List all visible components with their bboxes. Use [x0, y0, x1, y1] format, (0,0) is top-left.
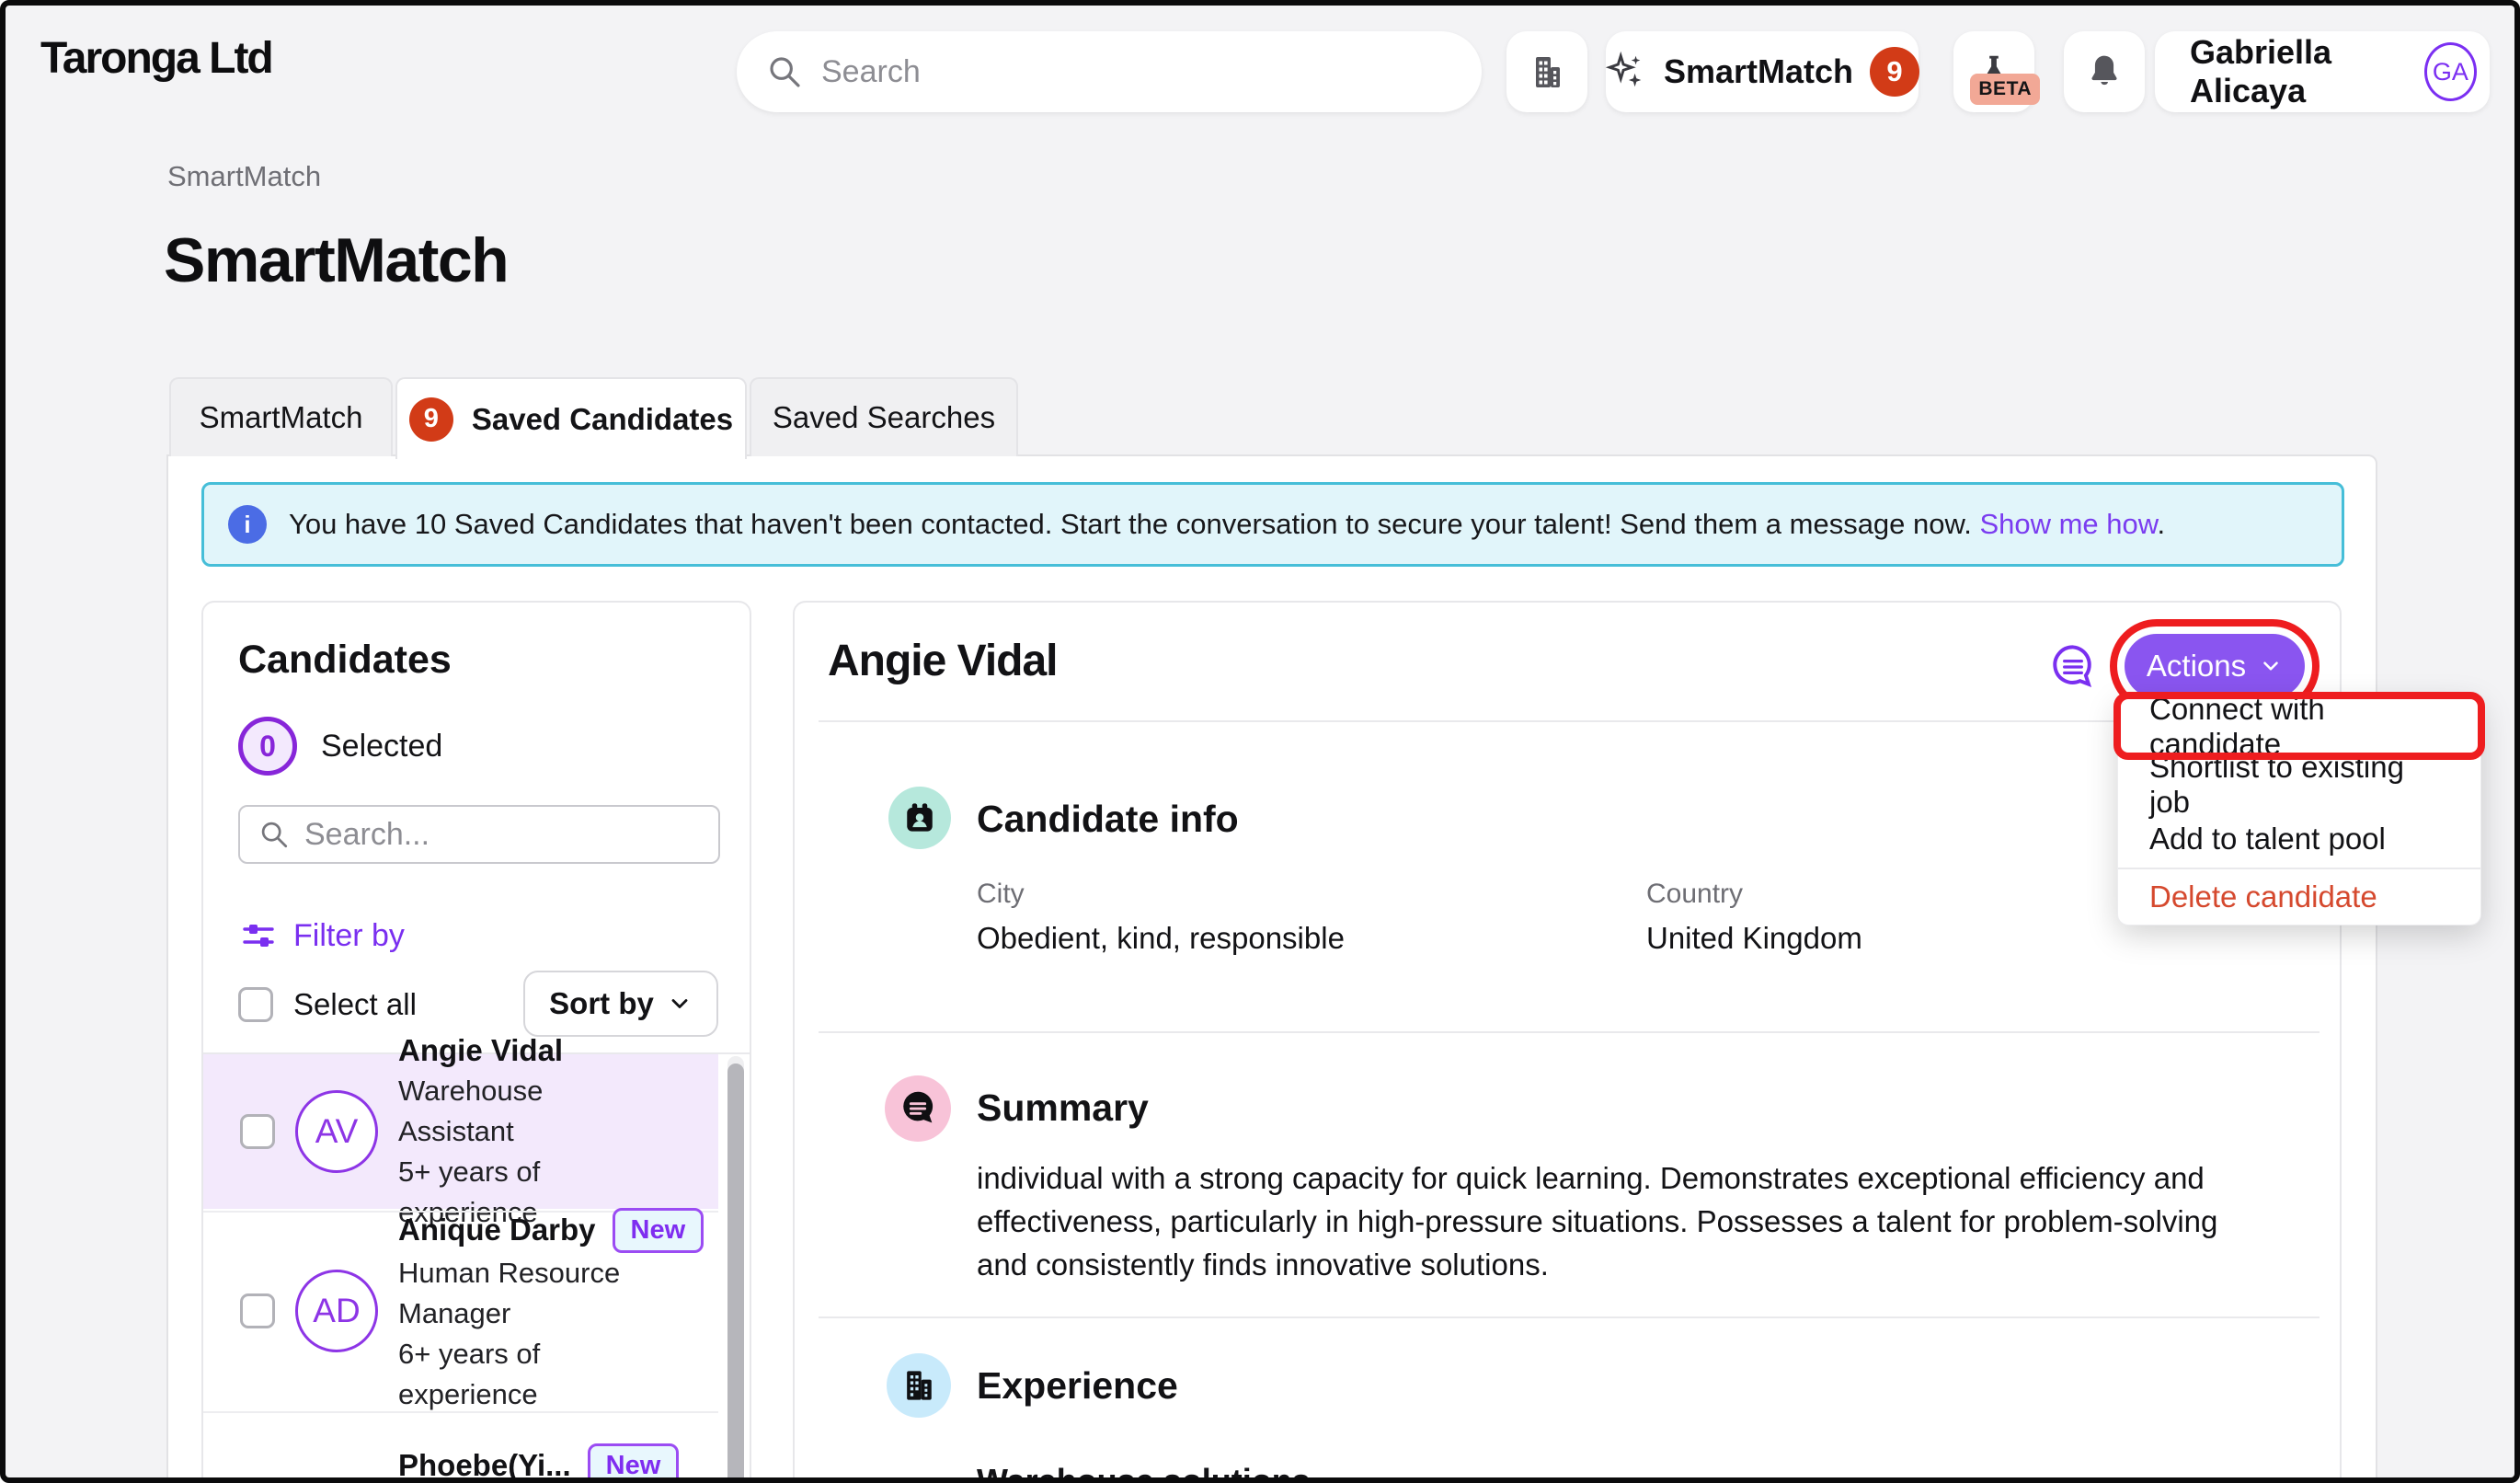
company-switcher-button[interactable] — [1506, 31, 1587, 112]
candidate-detail-card: Angie Vidal Actions Candidate info City … — [793, 601, 2342, 1483]
candidate-search-input[interactable] — [304, 817, 700, 853]
candidate-search[interactable] — [238, 805, 720, 864]
candidate-info-heading: Candidate info — [977, 798, 1239, 841]
filter-icon — [240, 917, 277, 954]
candidate-row-angie-vidal[interactable]: AV Angie Vidal Warehouse Assistant 5+ ye… — [203, 1054, 718, 1209]
search-icon — [258, 819, 290, 850]
tab-bar: SmartMatch 9 Saved Candidates Saved Sear… — [169, 377, 1018, 459]
row-checkbox[interactable] — [240, 1114, 275, 1149]
list-scrollbar[interactable] — [727, 1056, 744, 1483]
speech-bubble-icon — [885, 1075, 951, 1142]
tab-saved-searches[interactable]: Saved Searches — [750, 377, 1018, 456]
select-all-checkbox[interactable] — [238, 987, 273, 1022]
building-icon — [887, 1353, 951, 1418]
menu-item-delete-candidate[interactable]: Delete candidate — [2118, 869, 2480, 925]
bell-icon — [2084, 52, 2125, 92]
labs-beta-button[interactable]: BETA — [1953, 31, 2034, 112]
section-divider — [819, 1031, 2320, 1033]
city-label: City — [977, 879, 1025, 910]
tab-saved-candidates[interactable]: 9 Saved Candidates — [395, 377, 747, 459]
saved-candidates-count-badge: 9 — [409, 397, 453, 442]
tab-smartmatch[interactable]: SmartMatch — [169, 377, 393, 456]
global-search[interactable] — [737, 31, 1482, 112]
actions-label: Actions — [2147, 649, 2246, 684]
filter-by-link[interactable]: Filter by — [240, 917, 405, 954]
selected-count-row: 0 Selected — [238, 717, 442, 776]
experience-company: Warehouse solutions — [977, 1462, 1311, 1483]
company-logo: Taronga Ltd — [40, 33, 272, 84]
notifications-button[interactable] — [2064, 31, 2145, 112]
summary-heading: Summary — [977, 1086, 1149, 1130]
banner-message: You have 10 Saved Candidates that haven'… — [289, 508, 1972, 540]
experience-heading: Experience — [977, 1364, 1178, 1408]
select-all-row: Select all — [238, 987, 417, 1022]
candidates-heading: Candidates — [238, 638, 452, 683]
candidates-list-card: Candidates 0 Selected Filter by Select a… — [201, 601, 751, 1483]
show-me-how-link[interactable]: Show me how — [1979, 508, 2157, 540]
candidate-detail-title: Angie Vidal — [828, 636, 1058, 686]
tab-label: SmartMatch — [200, 400, 363, 435]
filter-by-label: Filter by — [293, 918, 405, 954]
menu-item-add-to-talent-pool[interactable]: Add to talent pool — [2118, 812, 2480, 866]
global-search-input[interactable] — [821, 54, 1452, 90]
page-title: SmartMatch — [164, 224, 508, 296]
chevron-down-icon — [2259, 654, 2283, 678]
candidate-avatar: AV — [295, 1090, 378, 1173]
sparkles-icon — [1605, 51, 1647, 93]
tab-label: Saved Candidates — [472, 402, 733, 437]
search-icon — [766, 53, 803, 90]
summary-text: individual with a strong capacity for qu… — [977, 1156, 2237, 1286]
city-value: Obedient, kind, responsible — [977, 921, 1345, 956]
candidate-role: Warehouse Assistant — [398, 1071, 665, 1152]
candidate-row-anique-darby[interactable]: AD Anique Darby New Human Resource Manag… — [203, 1211, 718, 1409]
section-divider — [819, 1316, 2320, 1318]
row-checkbox[interactable] — [240, 1293, 275, 1328]
info-icon: i — [228, 505, 267, 544]
section-divider — [819, 720, 2320, 722]
country-label: Country — [1646, 879, 1743, 910]
candidate-name: Angie Vidal — [398, 1030, 665, 1071]
scrollbar-thumb[interactable] — [727, 1063, 744, 1483]
candidate-experience: 6+ years of experience — [398, 1334, 665, 1415]
beta-badge: BETA — [1970, 74, 2040, 105]
id-card-icon — [888, 787, 951, 849]
banner-text: You have 10 Saved Candidates that haven'… — [289, 508, 2165, 541]
candidate-row-phoebe[interactable]: Phoebe(Yi... New Human Resource — [203, 1411, 718, 1483]
country-value: United Kingdom — [1646, 921, 1862, 956]
selected-count-badge: 0 — [238, 717, 297, 776]
chat-icon — [2047, 641, 2099, 693]
profile-button[interactable]: Gabriella Alicaya GA — [2155, 31, 2490, 112]
candidate-avatar: AD — [295, 1270, 378, 1352]
sort-by-button[interactable]: Sort by — [523, 971, 718, 1037]
candidate-name: Anique Darby — [398, 1210, 596, 1250]
candidate-name: Phoebe(Yi... — [398, 1445, 571, 1483]
smartmatch-count-badge: 9 — [1870, 47, 1919, 97]
new-badge: New — [588, 1443, 680, 1483]
selected-label: Selected — [321, 729, 442, 764]
actions-menu: Connect with candidate Shortlist to exis… — [2117, 696, 2481, 925]
banner-period: . — [2157, 508, 2165, 540]
breadcrumb[interactable]: SmartMatch — [167, 160, 321, 193]
user-name: Gabriella Alicaya — [2190, 33, 2424, 110]
menu-item-shortlist-to-existing-job[interactable]: Shortlist to existing job — [2118, 757, 2480, 812]
menu-item-connect-with-candidate[interactable]: Connect with candidate — [2118, 696, 2480, 757]
select-all-label: Select all — [293, 987, 417, 1022]
building-icon — [1525, 50, 1569, 94]
sort-by-label: Sort by — [549, 986, 654, 1021]
candidate-role: Human Resource Manager — [398, 1253, 643, 1334]
actions-button[interactable]: Actions — [2125, 634, 2305, 698]
user-avatar: GA — [2424, 42, 2477, 101]
tab-label: Saved Searches — [773, 400, 995, 435]
info-banner: i You have 10 Saved Candidates that have… — [201, 482, 2344, 567]
smartmatch-nav-button[interactable]: SmartMatch 9 — [1606, 31, 1919, 112]
smartmatch-app-window: Taronga Ltd SmartMatch 9 BETA Gabriella … — [0, 0, 2520, 1483]
new-badge: New — [613, 1208, 704, 1253]
chevron-down-icon — [667, 991, 693, 1017]
smartmatch-label: SmartMatch — [1664, 52, 1853, 91]
chat-icon-button[interactable] — [2047, 641, 2099, 693]
